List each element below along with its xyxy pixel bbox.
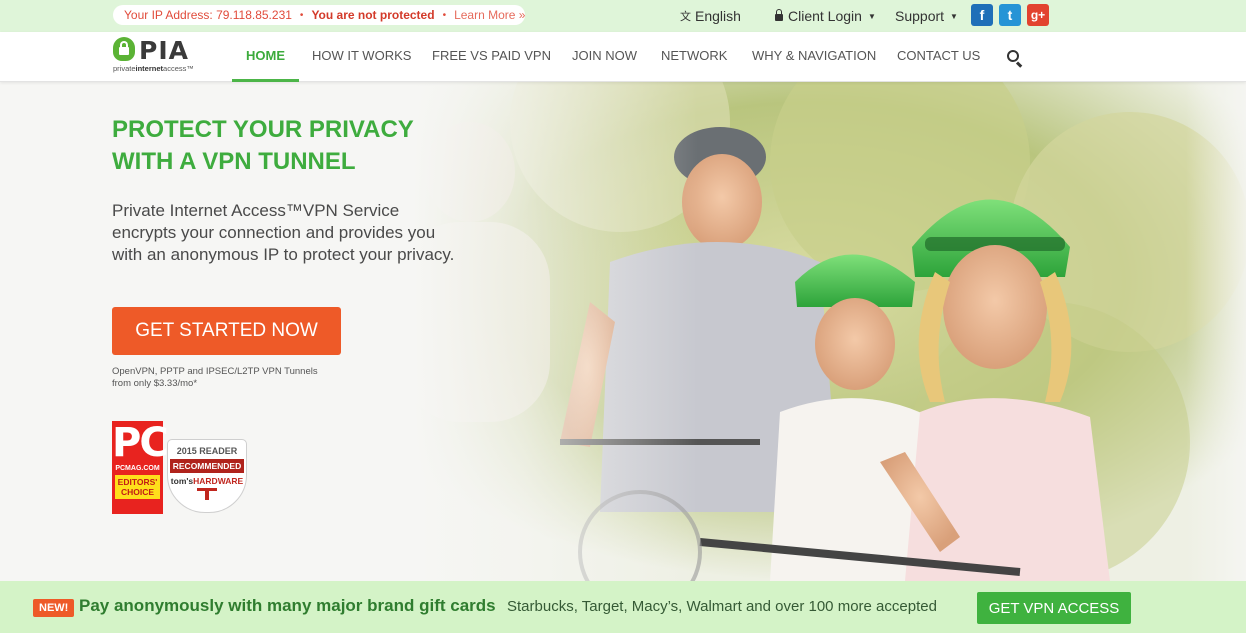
search-icon[interactable] xyxy=(1007,50,1025,68)
nav-network[interactable]: NETWORK xyxy=(661,32,727,82)
logo-subtitle: privateinternetaccess™ xyxy=(113,64,194,73)
nav-contact-us[interactable]: CONTACT US xyxy=(897,32,980,82)
language-label: English xyxy=(695,8,741,24)
hammer-icon xyxy=(197,488,217,500)
nav-join-now[interactable]: JOIN NOW xyxy=(572,32,637,82)
pricing-note: OpenVPN, PPTP and IPSEC/L2TP VPN Tunnels… xyxy=(112,366,318,389)
separator-dot: • xyxy=(299,9,304,21)
nav-home[interactable]: HOME xyxy=(232,32,299,82)
gift-card-promo-bar: NEW! Pay anonymously with many major bra… xyxy=(0,581,1246,633)
facebook-icon[interactable]: f xyxy=(971,4,993,26)
pia-logo[interactable]: PIA privateinternetaccess™ xyxy=(113,36,213,77)
separator-dot: • xyxy=(442,9,447,21)
get-vpn-access-button[interactable]: GET VPN ACCESS xyxy=(977,592,1131,624)
nav-free-vs-paid-vpn[interactable]: FREE VS PAID VPN xyxy=(432,32,551,82)
client-login-label: Client Login xyxy=(788,8,862,24)
ip-status-pill: Your IP Address: 79.118.85.231 • You are… xyxy=(113,5,525,25)
protection-status-text: You are not protected xyxy=(311,8,435,22)
toms-hardware-badge: 2015 READER RECOMMENDED tom'sHARDWARE xyxy=(167,439,247,513)
ip-address-text: Your IP Address: 79.118.85.231 xyxy=(124,8,292,22)
client-login-dropdown[interactable]: Client Login ▼ xyxy=(775,0,876,32)
twitter-icon[interactable]: t xyxy=(999,4,1021,26)
google-plus-icon[interactable]: g+ xyxy=(1027,4,1049,26)
learn-more-link[interactable]: Learn More » xyxy=(454,8,525,22)
lock-icon xyxy=(775,8,783,21)
chevron-down-icon: ▼ xyxy=(950,11,958,21)
support-dropdown[interactable]: Support ▼ xyxy=(895,0,958,32)
logo-mark: PIA xyxy=(139,36,189,65)
language-dropdown[interactable]: 文 English xyxy=(680,0,741,32)
top-utility-bar: Your IP Address: 79.118.85.231 • You are… xyxy=(0,0,1246,32)
nav-why-navigation[interactable]: WHY & NAVIGATION xyxy=(752,32,876,82)
pcmag-editors-choice-badge: PC PCMAG.COM EDITORS' CHOICE xyxy=(112,421,169,514)
promo-headline: Pay anonymously with many major brand gi… xyxy=(79,596,496,615)
chevron-down-icon: ▼ xyxy=(867,11,876,21)
new-badge: NEW! xyxy=(33,599,75,617)
hero-section: PROTECT YOUR PRIVACY WITH A VPN TUNNEL Pr… xyxy=(0,82,1246,581)
lock-shield-icon xyxy=(113,37,135,61)
promo-text: Starbucks, Target, Macy’s, Walmart and o… xyxy=(507,598,937,615)
main-navbar: PIA privateinternetaccess™ HOME HOW IT W… xyxy=(0,32,1246,82)
hero-description: Private Internet Access™VPN Service encr… xyxy=(112,201,455,264)
hero-fade-right xyxy=(1186,82,1246,581)
support-label: Support xyxy=(895,8,945,24)
language-icon: 文 xyxy=(680,11,691,23)
get-started-button[interactable]: GET STARTED NOW xyxy=(112,307,341,355)
nav-how-it-works[interactable]: HOW IT WORKS xyxy=(312,32,411,82)
hero-title: PROTECT YOUR PRIVACY WITH A VPN TUNNEL xyxy=(112,116,414,175)
